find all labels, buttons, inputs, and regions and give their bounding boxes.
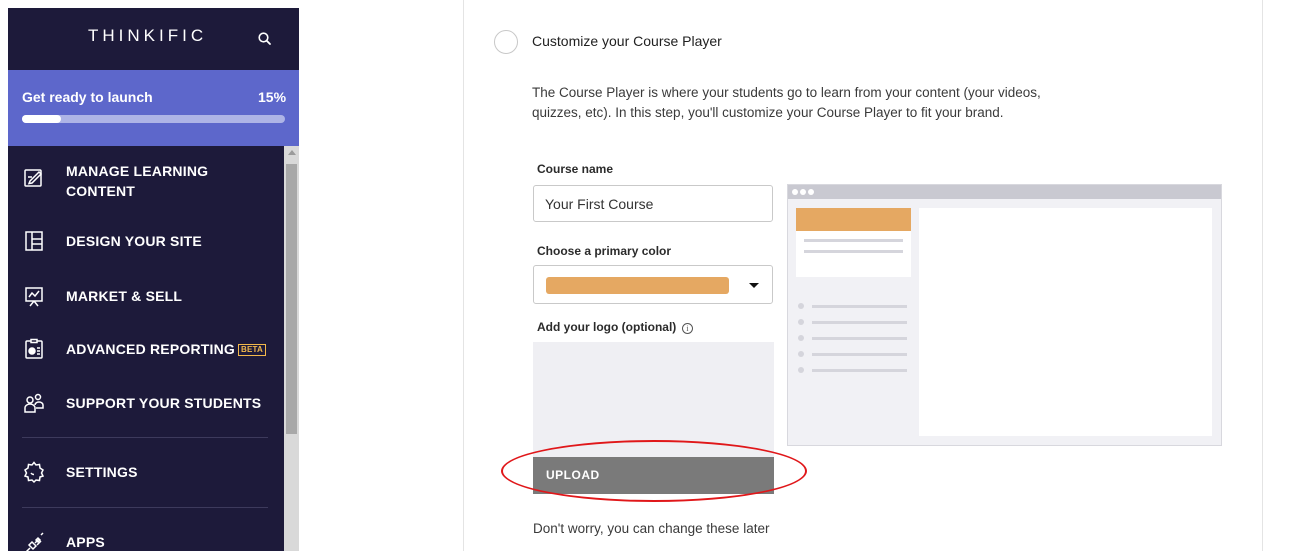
brand-bar: THINKIFIC [8, 8, 299, 70]
report-clipboard-icon [22, 337, 46, 361]
preview-line [804, 250, 903, 253]
app-window: THINKIFIC Get ready to launch 15% MANAGE… [0, 0, 1291, 551]
beta-badge: BETA [238, 344, 267, 357]
plug-icon [22, 532, 46, 551]
preview-bullet [798, 335, 804, 341]
search-icon[interactable] [256, 30, 274, 48]
step-complete-radio[interactable] [494, 30, 518, 54]
users-icon [22, 391, 46, 415]
scrollbar-thumb[interactable] [286, 164, 297, 434]
sidebar-item-label: SUPPORT YOUR STUDENTS [66, 395, 262, 411]
sidebar-item-label: MARKET & SELL [66, 288, 183, 304]
scroll-up-arrow-icon[interactable] [288, 150, 296, 155]
sidebar-item-label: MANAGE LEARNING CONTENT [66, 163, 209, 199]
preview-accent-header [796, 208, 911, 231]
preview-line [812, 353, 907, 356]
page-gutter [299, 0, 463, 551]
primary-color-label: Choose a primary color [537, 244, 672, 258]
presentation-chart-icon [22, 284, 46, 308]
info-icon[interactable]: i [682, 323, 693, 334]
launch-percent: 15% [258, 89, 287, 105]
launch-progress-track [22, 115, 285, 123]
layout-icon [22, 229, 46, 253]
sidebar-item-manage-learning-content[interactable]: MANAGE LEARNING CONTENT [8, 146, 284, 204]
sidebar-item-market-sell[interactable]: MARKET & SELL [8, 271, 284, 321]
preview-content-area [919, 208, 1212, 436]
logo-label: Add your logo (optional) [537, 320, 677, 334]
preview-bullet [798, 303, 804, 309]
sidebar-item-label: ADVANCED REPORTING BETA [66, 339, 267, 359]
main-panel: Customize your Course Player The Course … [463, 0, 1263, 551]
sidebar-item-support-your-students[interactable]: SUPPORT YOUR STUDENTS [8, 378, 284, 428]
color-swatch [546, 277, 729, 294]
sidebar-item-label: APPS [66, 534, 105, 550]
primary-color-select[interactable] [533, 265, 773, 304]
sidebar-nav: MANAGE LEARNING CONTENT DESIGN YOUR SITE [8, 146, 284, 551]
sidebar-item-design-your-site[interactable]: DESIGN YOUR SITE [8, 216, 284, 266]
launch-title: Get ready to launch [22, 89, 153, 105]
brand-logo[interactable]: THINKIFIC [88, 26, 207, 46]
window-dot [792, 189, 798, 195]
preview-line [804, 239, 903, 242]
course-player-preview [787, 184, 1222, 446]
sidebar-scrollbar[interactable] [284, 146, 299, 551]
sidebar: THINKIFIC Get ready to launch 15% MANAGE… [8, 8, 299, 551]
edit-content-icon [22, 166, 46, 190]
gear-icon [22, 460, 46, 484]
course-name-input[interactable] [533, 185, 773, 222]
sidebar-item-label: DESIGN YOUR SITE [66, 233, 202, 249]
sidebar-item-advanced-reporting[interactable]: ADVANCED REPORTING BETA [8, 324, 284, 374]
preview-line [812, 321, 907, 324]
launch-progress-panel[interactable]: Get ready to launch 15% [8, 70, 299, 146]
footer-note: Don't worry, you can change these later [533, 521, 770, 536]
launch-progress-fill [22, 115, 61, 123]
annotation-ellipse [501, 440, 807, 502]
sidebar-item-label-text: ADVANCED REPORTING [66, 341, 236, 357]
preview-line [812, 369, 907, 372]
course-name-label: Course name [537, 162, 614, 176]
step-description: The Course Player is where your students… [532, 85, 1041, 120]
preview-titlebar [788, 185, 1221, 199]
chevron-down-icon [749, 283, 759, 288]
sidebar-divider [22, 437, 268, 438]
window-dot [800, 189, 806, 195]
preview-line [812, 337, 907, 340]
preview-bullet [798, 319, 804, 325]
sidebar-divider [22, 507, 268, 508]
preview-bullet [798, 367, 804, 373]
sidebar-item-label: SETTINGS [66, 464, 138, 480]
preview-bullet [798, 351, 804, 357]
sidebar-item-apps[interactable]: APPS [8, 518, 284, 551]
window-dot [808, 189, 814, 195]
step-title[interactable]: Customize your Course Player [532, 33, 722, 49]
sidebar-item-settings[interactable]: SETTINGS [8, 447, 284, 497]
preview-line [812, 305, 907, 308]
